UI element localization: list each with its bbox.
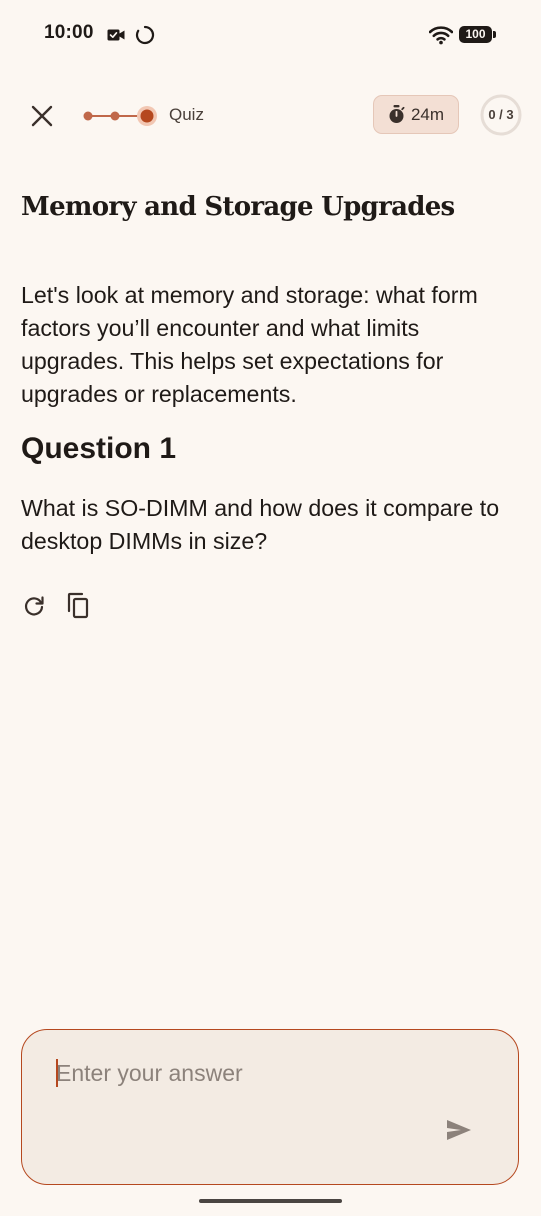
battery-level: 100 [459,26,492,43]
status-time: 10:00 [44,22,94,43]
step-dot-3 [140,109,154,123]
timer-chip[interactable]: 24m [373,95,459,134]
home-indicator[interactable] [199,1199,342,1203]
progress-ring: 0 / 3 [480,94,522,136]
video-camera-icon [107,29,125,41]
battery-icon: 100 [459,25,497,45]
close-button[interactable] [22,96,62,136]
send-button[interactable] [439,1115,479,1145]
quiz-stepper [83,106,157,126]
question-text: What is SO-DIMM and how does it compare … [21,495,500,554]
refresh-icon [24,596,44,616]
stopwatch-icon [389,105,405,123]
send-icon [447,1120,471,1140]
close-icon [31,105,53,127]
answer-box [21,1029,519,1185]
copy-icon [67,592,89,619]
answer-input[interactable] [56,1056,436,1090]
progress-text: 0 / 3 [488,107,514,122]
regenerate-button[interactable] [19,591,49,621]
status-bar: 10:00 100 [0,0,541,70]
step-dot-1 [83,111,93,121]
question-heading: Question 1 [21,432,177,465]
text-caret [56,1059,58,1087]
copy-button[interactable] [64,591,94,621]
loading-spinner-icon [135,25,155,45]
battery-tip [493,31,496,38]
wifi-icon [429,26,453,45]
page-title: Memory and Storage Upgrades [21,192,455,222]
timer-value: 24m [410,104,445,124]
step-dot-2 [110,111,120,121]
intro-text: Let's look at memory and storage: what f… [21,282,478,407]
step-label: Quiz [169,105,204,124]
